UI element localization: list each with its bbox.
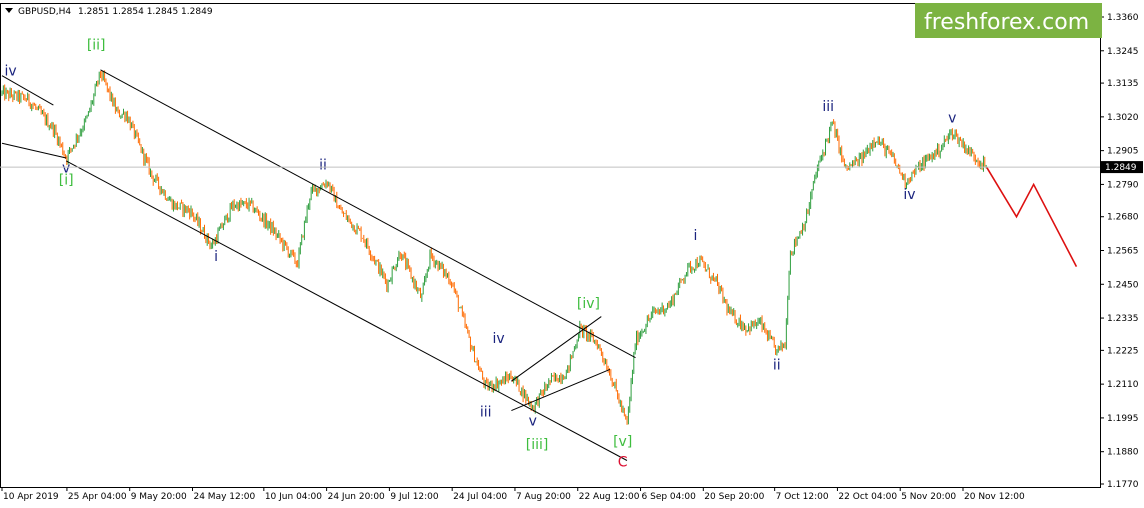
x-tick-label: 20 Nov 12:00 <box>964 492 1025 502</box>
y-tick-label: 1.2905 <box>1107 147 1139 157</box>
x-tick-label: 25 Apr 04:00 <box>68 492 127 502</box>
x-tick-label: 24 Jun 20:00 <box>328 492 385 502</box>
x-tick-label: 10 Apr 2019 <box>3 492 59 502</box>
x-tick-label: 24 Jul 04:00 <box>453 492 507 502</box>
logo-text: freshforex.com <box>924 10 1089 35</box>
x-tick-label: 5 Nov 20:00 <box>901 492 956 502</box>
wave-label: [iii] <box>526 437 549 453</box>
y-tick-label: 1.2225 <box>1107 346 1139 356</box>
x-tick-label: 7 Aug 20:00 <box>516 492 571 502</box>
current-price-marker: 1.2849 <box>1101 161 1143 174</box>
y-tick-label: 1.1880 <box>1107 448 1139 458</box>
wave-label: iv <box>492 331 504 347</box>
x-tick-label: 22 Aug 12:00 <box>579 492 640 502</box>
y-tick-label: 1.3245 <box>1107 47 1139 57</box>
y-tick-label: 1.3020 <box>1107 113 1139 123</box>
chart-background <box>0 0 1144 508</box>
wave-label: C <box>618 454 628 470</box>
wave-label: ii <box>773 357 781 373</box>
header-symbol: GBPUSD,H4 <box>18 7 71 17</box>
wave-label: [i] <box>59 172 74 188</box>
x-tick-label: 9 Jul 12:00 <box>390 492 439 502</box>
wave-label: v <box>948 111 956 127</box>
header-ohlc: 1.2851 1.2854 1.2845 1.2849 <box>78 7 213 17</box>
y-tick-label: 1.3360 <box>1107 13 1139 23</box>
current-price-label: 1.2849 <box>1105 163 1137 173</box>
x-tick-label: 9 May 20:00 <box>131 492 187 502</box>
y-tick-label: 1.1770 <box>1107 480 1139 490</box>
freshforex-logo: freshforex.com <box>915 3 1102 38</box>
wave-label: [ii] <box>87 37 106 53</box>
wave-label: iv <box>903 187 915 203</box>
y-tick-label: 1.2790 <box>1107 180 1139 190</box>
y-tick-label: 1.2450 <box>1107 280 1139 290</box>
x-tick-label: 10 Jun 04:00 <box>265 492 322 502</box>
wave-label: iii <box>822 99 834 115</box>
x-tick-label: 24 May 12:00 <box>193 492 255 502</box>
price-chart: iv[ii]v[i]iiiiiiivv[iii][iv][v]Ciiiiiiiv… <box>0 0 1144 508</box>
wave-label: i <box>694 228 698 244</box>
x-tick-label: 7 Oct 12:00 <box>776 492 829 502</box>
wave-label: iii <box>480 404 492 420</box>
x-tick-label: 22 Oct 04:00 <box>838 492 897 502</box>
wave-label: i <box>214 249 218 265</box>
y-tick-label: 1.2680 <box>1107 213 1139 223</box>
y-tick-label: 1.2335 <box>1107 314 1139 324</box>
wave-label: ii <box>319 158 327 174</box>
x-tick-label: 20 Sep 20:00 <box>704 492 764 502</box>
wave-label: [v] <box>613 434 632 450</box>
wave-label: iv <box>4 64 16 80</box>
chart-header: GBPUSD,H4 1.2851 1.2854 1.2845 1.2849 <box>5 7 213 17</box>
wave-label: v <box>529 413 537 429</box>
y-tick-label: 1.1995 <box>1107 414 1139 424</box>
wave-label: [iv] <box>577 296 600 312</box>
x-tick-label: 6 Sep 04:00 <box>642 492 697 502</box>
y-tick-label: 1.2565 <box>1107 247 1139 257</box>
y-tick-label: 1.3135 <box>1107 79 1139 89</box>
y-tick-label: 1.2110 <box>1107 380 1139 390</box>
